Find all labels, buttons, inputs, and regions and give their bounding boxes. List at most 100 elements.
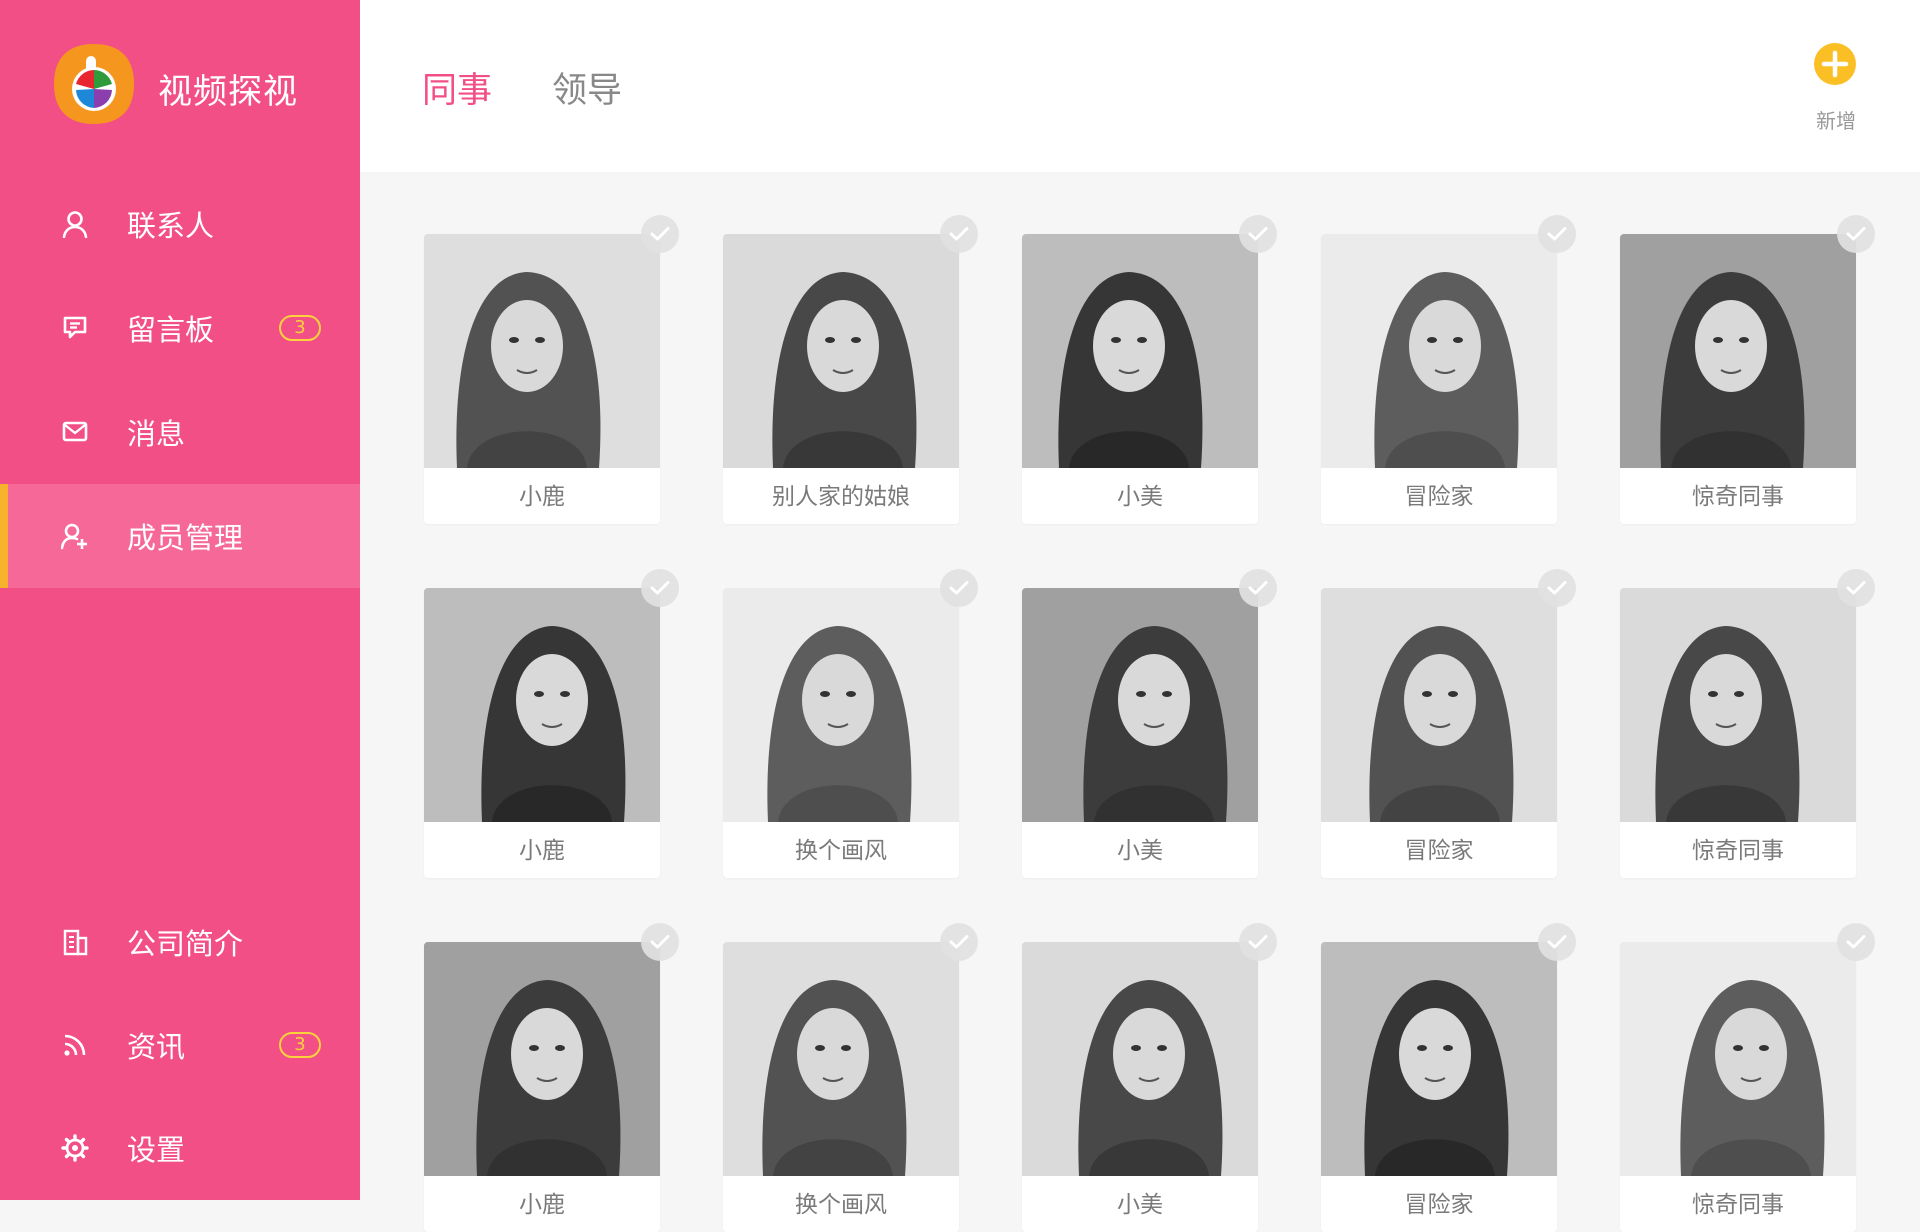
member-name: 小鹿 — [519, 1192, 565, 1218]
tab-leaders[interactable]: 领导 — [552, 62, 622, 113]
sidebar: 视频探视 联系人 留言板 3 消息 成员管理 公司简介 资讯 3 设置 — [0, 0, 360, 1200]
member-card[interactable]: 小美 — [1022, 588, 1258, 878]
member-name: 小美 — [1117, 1192, 1163, 1218]
sidebar-item-label: 留言板 — [127, 313, 215, 347]
member-photo — [1321, 588, 1557, 822]
member-name: 惊奇同事 — [1692, 1192, 1784, 1218]
member-photo — [723, 588, 959, 822]
building-icon — [60, 927, 90, 957]
select-checkbox[interactable] — [940, 569, 978, 607]
member-card[interactable]: 小鹿 — [424, 942, 660, 1232]
gear-icon — [60, 1133, 90, 1163]
member-card[interactable]: 换个画风 — [723, 588, 959, 878]
add-member-button[interactable] — [1813, 42, 1857, 86]
checkmark-icon — [949, 935, 969, 949]
unread-badge: 3 — [279, 1032, 321, 1058]
mail-icon — [60, 417, 90, 447]
member-name: 冒险家 — [1404, 484, 1474, 510]
member-card[interactable]: 小美 — [1022, 234, 1258, 524]
add-member-label[interactable]: 新增 — [1816, 105, 1856, 134]
sidebar-item-label: 公司简介 — [127, 927, 244, 961]
member-card[interactable]: 别人家的姑娘 — [723, 234, 959, 524]
rss-icon — [60, 1030, 90, 1060]
member-photo — [1620, 234, 1856, 468]
sidebar-item-news[interactable]: 资讯 3 — [0, 993, 360, 1097]
checkmark-icon — [650, 581, 670, 595]
member-photo — [1321, 234, 1557, 468]
member-management-icon — [60, 521, 90, 551]
member-photo — [1022, 588, 1258, 822]
top-header: 同事 领导 — [360, 0, 1920, 172]
checkmark-icon — [1248, 581, 1268, 595]
member-photo — [1022, 942, 1258, 1176]
tab-colleagues[interactable]: 同事 — [422, 62, 492, 113]
member-photo — [1022, 234, 1258, 468]
member-card[interactable]: 小鹿 — [424, 588, 660, 878]
member-photo — [723, 234, 959, 468]
sidebar-item-label: 成员管理 — [127, 521, 244, 555]
message-board-icon — [60, 313, 90, 343]
sidebar-item-member-management[interactable]: 成员管理 — [0, 484, 360, 588]
select-checkbox[interactable] — [1837, 215, 1875, 253]
select-checkbox[interactable] — [1239, 215, 1277, 253]
member-card[interactable]: 惊奇同事 — [1620, 588, 1856, 878]
member-photo — [424, 588, 660, 822]
member-card[interactable]: 惊奇同事 — [1620, 942, 1856, 1232]
member-name: 小鹿 — [519, 838, 565, 864]
checkmark-icon — [949, 581, 969, 595]
checkmark-icon — [1248, 935, 1268, 949]
select-checkbox[interactable] — [1837, 569, 1875, 607]
member-card[interactable]: 冒险家 — [1321, 588, 1557, 878]
checkmark-icon — [1248, 227, 1268, 241]
member-photo — [424, 234, 660, 468]
member-name: 小鹿 — [519, 484, 565, 510]
sidebar-item-contacts[interactable]: 联系人 — [0, 172, 360, 276]
sidebar-item-company-profile[interactable]: 公司简介 — [0, 890, 360, 994]
select-checkbox[interactable] — [1239, 569, 1277, 607]
sidebar-item-message-board[interactable]: 留言板 3 — [0, 276, 360, 380]
member-card[interactable]: 惊奇同事 — [1620, 234, 1856, 524]
member-name: 换个画风 — [795, 838, 887, 864]
checkmark-icon — [949, 227, 969, 241]
checkmark-icon — [1547, 581, 1567, 595]
sidebar-item-messages[interactable]: 消息 — [0, 380, 360, 484]
member-card[interactable]: 小美 — [1022, 942, 1258, 1232]
member-name: 冒险家 — [1404, 1192, 1474, 1218]
member-photo — [1620, 942, 1856, 1176]
member-photo — [1321, 942, 1557, 1176]
sidebar-item-label: 资讯 — [127, 1030, 186, 1064]
select-checkbox[interactable] — [1538, 923, 1576, 961]
sidebar-item-label: 消息 — [127, 417, 186, 451]
checkmark-icon — [650, 935, 670, 949]
member-card[interactable]: 换个画风 — [723, 942, 959, 1232]
unread-badge: 3 — [279, 315, 321, 341]
select-checkbox[interactable] — [940, 215, 978, 253]
select-checkbox[interactable] — [1538, 215, 1576, 253]
member-name: 冒险家 — [1404, 838, 1474, 864]
checkmark-icon — [650, 227, 670, 241]
select-checkbox[interactable] — [641, 215, 679, 253]
sidebar-item-label: 联系人 — [127, 209, 215, 243]
member-card[interactable]: 小鹿 — [424, 234, 660, 524]
sidebar-item-label: 设置 — [127, 1133, 186, 1167]
sidebar-item-settings[interactable]: 设置 — [0, 1096, 360, 1200]
member-photo — [424, 942, 660, 1176]
checkmark-icon — [1547, 935, 1567, 949]
member-name: 小美 — [1117, 838, 1163, 864]
member-card[interactable]: 冒险家 — [1321, 942, 1557, 1232]
checkmark-icon — [1547, 227, 1567, 241]
select-checkbox[interactable] — [1837, 923, 1875, 961]
app-logo — [50, 40, 138, 128]
select-checkbox[interactable] — [641, 569, 679, 607]
member-name: 换个画风 — [795, 1192, 887, 1218]
member-photo — [1620, 588, 1856, 822]
app-title: 视频探视 — [158, 72, 298, 112]
member-name: 惊奇同事 — [1692, 484, 1784, 510]
select-checkbox[interactable] — [1239, 923, 1277, 961]
select-checkbox[interactable] — [940, 923, 978, 961]
member-card[interactable]: 冒险家 — [1321, 234, 1557, 524]
select-checkbox[interactable] — [641, 923, 679, 961]
select-checkbox[interactable] — [1538, 569, 1576, 607]
member-name: 小美 — [1117, 484, 1163, 510]
plus-circle-icon — [1814, 43, 1856, 85]
